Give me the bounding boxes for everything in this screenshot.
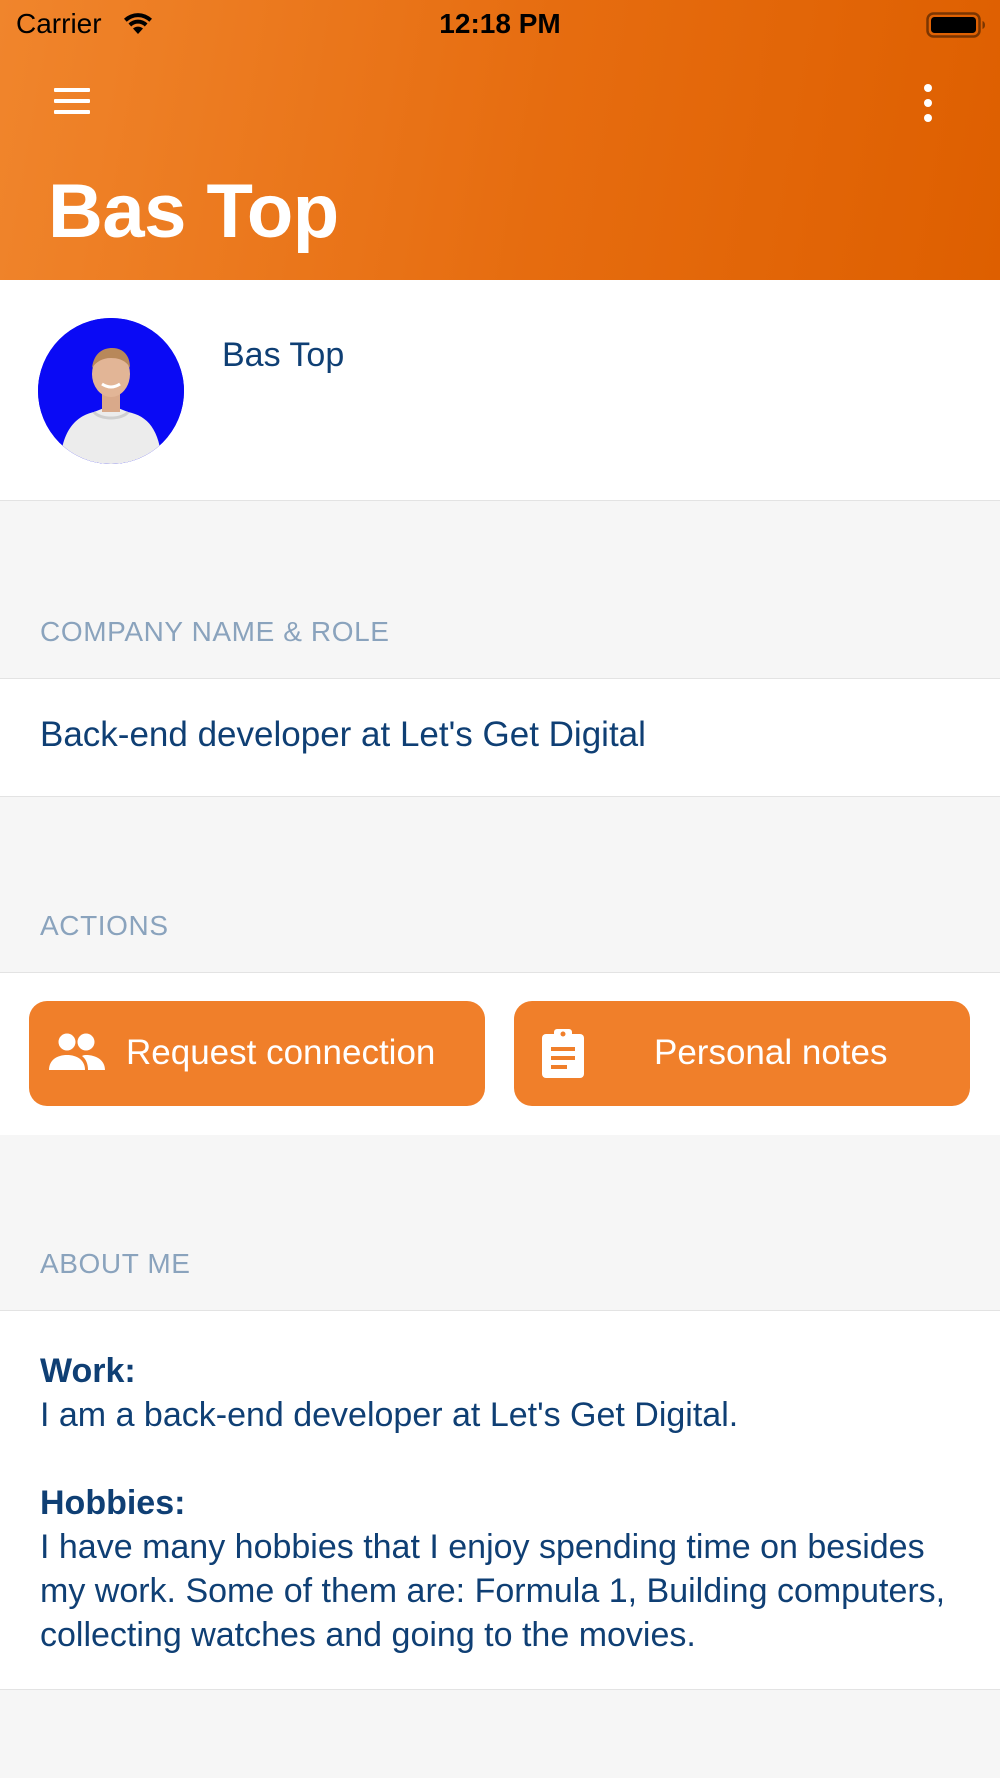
more-vertical-icon[interactable] <box>916 82 940 124</box>
work-text: I am a back-end developer at Let's Get D… <box>40 1396 739 1434</box>
actions-card: Request connection Personal notes <box>0 972 1000 1135</box>
clipboard-icon <box>540 1027 586 1088</box>
about-card: Work: I am a back-end developer at Let's… <box>0 1310 1000 1690</box>
avatar <box>38 318 184 464</box>
company-role-value: Back-end developer at Let's Get Digital <box>40 715 646 754</box>
section-label-about: ABOUT ME <box>40 1248 191 1279</box>
about-body: Work: I am a back-end developer at Let's… <box>40 1349 970 1657</box>
section-label-actions: ACTIONS <box>40 910 169 941</box>
app-header: Carrier 12:18 PM Bas Top <box>0 0 1000 280</box>
section-label-company: COMPANY NAME & ROLE <box>40 616 390 647</box>
profile-card: Bas Top <box>0 280 1000 501</box>
work-heading: Work: <box>40 1352 136 1390</box>
request-connection-label: Request connection <box>126 1033 436 1072</box>
company-role-card: Back-end developer at Let's Get Digital <box>0 678 1000 797</box>
hobbies-text: I have many hobbies that I enjoy spendin… <box>40 1528 946 1654</box>
battery-icon <box>926 10 986 45</box>
status-bar: Carrier 12:18 PM <box>0 0 1000 52</box>
page-title: Bas Top <box>48 169 339 254</box>
request-connection-button[interactable]: Request connection <box>29 1001 485 1106</box>
personal-notes-label: Personal notes <box>654 1033 888 1072</box>
status-time: 12:18 PM <box>439 8 561 39</box>
menu-icon[interactable] <box>50 86 94 120</box>
hobbies-heading: Hobbies: <box>40 1484 186 1522</box>
profile-name: Bas Top <box>222 336 345 374</box>
personal-notes-button[interactable]: Personal notes <box>514 1001 970 1106</box>
people-icon <box>49 1032 105 1081</box>
